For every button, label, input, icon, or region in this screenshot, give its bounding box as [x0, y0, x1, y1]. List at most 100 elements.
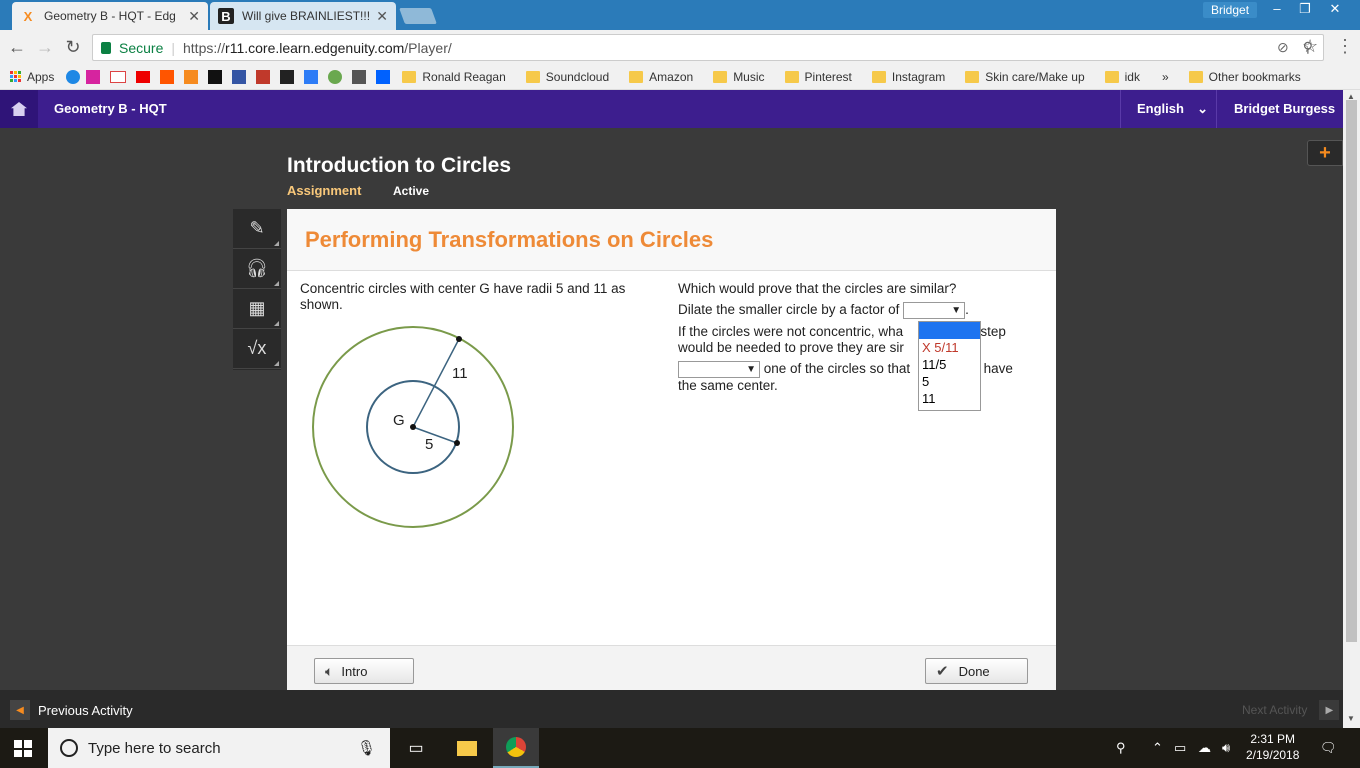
- w-icon[interactable]: [304, 69, 319, 84]
- audio-tool[interactable]: 🎧︎: [233, 249, 281, 289]
- dropbox-icon[interactable]: [376, 69, 391, 84]
- people-icon[interactable]: ⚲: [1116, 740, 1126, 756]
- close-window-icon[interactable]: ✕: [1320, 0, 1350, 18]
- square-root-icon: √x: [247, 338, 267, 358]
- bookmark-label: Apps: [27, 69, 55, 84]
- back-icon[interactable]: ←: [6, 36, 28, 58]
- previous-activity-button[interactable]: ◀ Previous Activity: [10, 700, 133, 720]
- gmail-icon[interactable]: [110, 70, 127, 83]
- microphone-icon[interactable]: 🎙︎: [357, 739, 376, 757]
- chevron-down-icon: ⌄: [1197, 101, 1208, 116]
- next-activity-button[interactable]: Next Activity ▶: [1242, 700, 1340, 720]
- dropdown-option-blank[interactable]: [919, 322, 980, 339]
- content-area: Introduction to Circles Assignment Activ…: [0, 128, 1343, 691]
- bookmark-folder[interactable]: Pinterest: [773, 70, 852, 84]
- bookmark-folder[interactable]: Skin care/Make up: [953, 69, 1085, 84]
- other-bookmarks[interactable]: Other bookmarks: [1177, 70, 1301, 84]
- m-icon[interactable]: [256, 69, 271, 84]
- restore-icon[interactable]: ❐: [1290, 0, 1320, 18]
- language-select[interactable]: English ⌄: [1120, 90, 1217, 128]
- instagram-icon[interactable]: [86, 69, 101, 84]
- intro-button[interactable]: 🔈︎ Intro: [314, 658, 414, 684]
- page-scrollbar[interactable]: ▲ ▼: [1343, 90, 1360, 728]
- done-button[interactable]: ✔ Done: [925, 658, 1028, 684]
- onedrive-icon[interactable]: ☁: [1198, 740, 1211, 756]
- bookmark-folder[interactable]: idk: [1093, 70, 1140, 84]
- lesson-title: Introduction to Circles: [287, 154, 512, 177]
- pt-icon[interactable]: [232, 69, 247, 84]
- secure-indicator[interactable]: Secure: [101, 40, 163, 56]
- bookmark-folder[interactable]: Instagram: [860, 70, 945, 84]
- tab-geometry[interactable]: X Geometry B - HQT - Edg ✕: [12, 2, 208, 30]
- calculator-icon: ▦: [248, 298, 266, 318]
- center-label: G: [393, 412, 405, 429]
- edgenuity-bookmark-icon[interactable]: [184, 69, 199, 84]
- brainly-bookmark-icon[interactable]: [208, 69, 223, 84]
- close-tab-icon[interactable]: ✕: [188, 8, 200, 25]
- expand-plus-button[interactable]: +: [1307, 140, 1343, 166]
- intro-label: Intro: [341, 663, 368, 679]
- browser-menu-icon[interactable]: ⋮: [1336, 36, 1354, 57]
- task-view-icon[interactable]: ▭: [393, 728, 439, 768]
- dropdown-arrow-icon: ▼: [951, 305, 962, 316]
- bookmark-label: Skin care/Make up: [985, 69, 1085, 84]
- profile-button[interactable]: Bridget: [1203, 2, 1258, 18]
- soundcloud-icon[interactable]: [160, 69, 175, 84]
- notifications-icon[interactable]: 🗨︎: [1320, 740, 1337, 756]
- chrome-taskbar-icon[interactable]: [493, 728, 539, 768]
- pencil-tool[interactable]: ✎: [233, 209, 281, 249]
- address-bar[interactable]: Secure | https://r11.core.learn.edgenuit…: [92, 34, 1324, 61]
- messenger-icon[interactable]: [66, 69, 81, 84]
- question-panel: Performing Transformations on Circles Co…: [287, 209, 1056, 691]
- minimize-icon[interactable]: –: [1262, 0, 1292, 18]
- scale-factor-select[interactable]: ▼: [903, 302, 966, 319]
- show-hidden-icons[interactable]: ⌃: [1152, 740, 1163, 756]
- dropdown-option[interactable]: 11/5: [919, 356, 980, 373]
- reload-icon[interactable]: ↻: [62, 36, 84, 58]
- user-name[interactable]: Bridget Burgess: [1234, 101, 1335, 116]
- folder-icon: [1188, 70, 1203, 83]
- tab-title: Geometry B - HQT - Edg: [44, 9, 176, 23]
- bookmarks-bar: Apps Ronald Reagan Soundcloud Amazon Mus…: [0, 64, 1360, 90]
- dilate-prompt: Dilate the smaller circle by a factor of: [678, 302, 900, 318]
- flag-icon[interactable]: [280, 69, 295, 84]
- bookmark-folder[interactable]: Amazon: [617, 70, 693, 84]
- network-icon[interactable]: ▭: [1174, 740, 1186, 756]
- scroll-down-icon[interactable]: ▼: [1347, 714, 1355, 723]
- dropdown-option[interactable]: X 5/11: [919, 339, 980, 356]
- bookmark-apps[interactable]: Apps: [10, 70, 54, 84]
- concentric-circles-figure: G 11 5: [312, 326, 514, 528]
- start-button[interactable]: [14, 740, 32, 757]
- forward-icon[interactable]: →: [34, 36, 56, 58]
- youtube-icon[interactable]: [136, 70, 151, 83]
- close-tab-icon[interactable]: ✕: [376, 8, 388, 25]
- panel-footer: 🔈︎ Intro ✔ Done: [287, 645, 1056, 691]
- radius-11-segment: [412, 338, 460, 428]
- bag-icon[interactable]: [352, 69, 367, 84]
- done-label: Done: [958, 663, 990, 679]
- bookmarks-overflow-button[interactable]: »: [1162, 70, 1169, 84]
- lock-icon: [101, 41, 111, 54]
- file-explorer-icon[interactable]: [444, 728, 490, 768]
- calculator-tool[interactable]: ▦: [233, 289, 281, 329]
- center-point: [410, 424, 416, 430]
- panel-title: Performing Transformations on Circles: [305, 227, 714, 252]
- dropdown-option[interactable]: 11: [919, 390, 980, 407]
- taskbar-search[interactable]: Type here to search 🎙︎: [48, 728, 390, 768]
- cookie-blocked-icon[interactable]: ⊘: [1277, 39, 1289, 56]
- dropdown-option[interactable]: 5: [919, 373, 980, 390]
- bookmark-star-icon[interactable]: ☆: [1302, 36, 1318, 57]
- new-tab-button[interactable]: [399, 8, 437, 24]
- home-button[interactable]: [0, 90, 38, 128]
- leaf-icon[interactable]: [328, 69, 343, 84]
- tab-brainly[interactable]: B Will give BRAINLIEST!!! - ✕: [210, 2, 396, 30]
- bookmark-folder[interactable]: Soundcloud: [514, 70, 609, 84]
- volume-icon[interactable]: 🔊︎: [1222, 740, 1230, 756]
- transformation-select[interactable]: ▼: [678, 361, 760, 378]
- bookmark-folder[interactable]: Ronald Reagan: [390, 70, 506, 84]
- scrollbar-thumb[interactable]: [1346, 100, 1357, 642]
- url-text: https://r11.core.learn.edgenuity.com/Pla…: [183, 39, 452, 56]
- formula-tool[interactable]: √x: [233, 329, 281, 369]
- system-clock[interactable]: 2:31 PM 2/19/2018: [1246, 731, 1299, 763]
- bookmark-folder[interactable]: Music: [701, 70, 765, 84]
